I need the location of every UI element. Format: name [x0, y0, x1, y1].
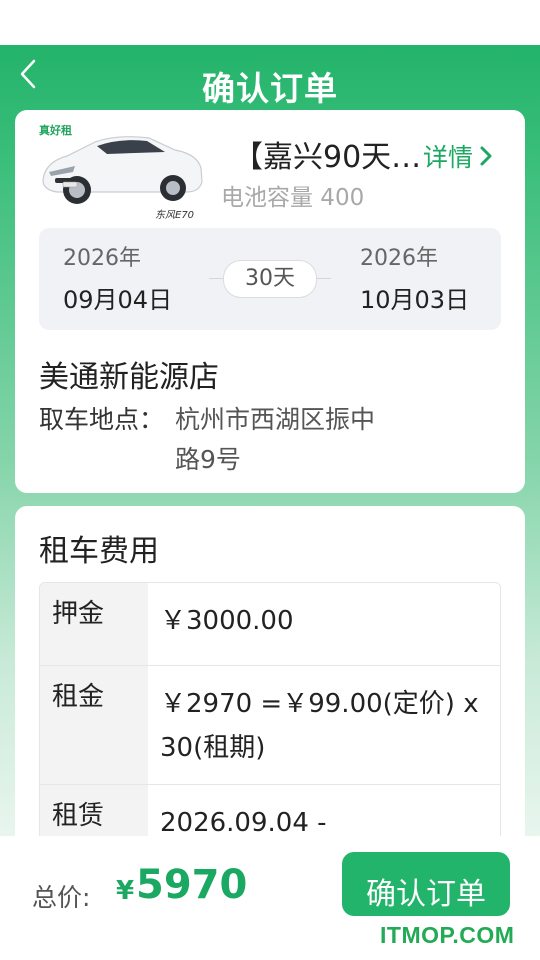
battery-capacity: 电池容量 400 — [221, 185, 365, 211]
table-row: 租金 ￥2970 =￥99.00(定价) x 30(租期) — [40, 666, 500, 785]
total-price-value: 5970 — [136, 862, 248, 908]
fee-value-deposit: ￥3000.00 — [160, 606, 294, 636]
fees-table: 押金 ￥3000.00 租金 ￥2970 =￥99.00(定价) x 30(租期… — [39, 582, 501, 866]
total-price-currency: ¥ — [116, 876, 135, 906]
watermark: ITMOP.COM — [380, 922, 515, 948]
store-name: 美通新能源店 — [39, 360, 219, 395]
end-date: 10月03日 — [360, 286, 470, 314]
fees-title: 租车费用 — [39, 534, 159, 569]
car-image-model-text: 东风E70 — [155, 210, 195, 221]
order-summary-card: 真好租 东风E70 【嘉兴90天… 详情 电池容量 400 2026年 09月0… — [15, 110, 525, 493]
page-title: 确认订单 — [202, 69, 338, 108]
pickup-location-address: 杭州市西湖区振中路9号 — [175, 405, 376, 474]
car-image-brand-text: 真好租 — [39, 124, 72, 137]
rental-date-range: 2026年 09月04日 30天 2026年 10月03日 — [39, 228, 501, 330]
details-link[interactable]: 详情 — [423, 138, 493, 174]
total-price-label: 总价: — [32, 883, 91, 912]
car-name: 【嘉兴90天… — [233, 140, 422, 175]
fee-label-rent: 租金 — [40, 666, 148, 784]
rental-duration-badge: 30天 — [223, 260, 317, 298]
chevron-right-icon — [480, 146, 492, 166]
details-label: 详情 — [423, 143, 474, 172]
end-year: 2026年 — [360, 246, 438, 271]
checkout-bar: 总价: ¥ 5970 确认订单 ITMOP.COM — [0, 836, 540, 960]
start-year: 2026年 — [63, 246, 141, 271]
status-bar — [0, 0, 540, 45]
table-row: 押金 ￥3000.00 — [40, 583, 500, 666]
rental-fees-card: 租车费用 押金 ￥3000.00 租金 ￥2970 =￥99.00(定价) x … — [15, 506, 525, 866]
pickup-location-label: 取车地点： — [39, 405, 165, 434]
fee-value-rent: ￥2970 =￥99.00(定价) x 30(租期) — [160, 689, 479, 763]
fee-label-deposit: 押金 — [40, 583, 148, 665]
start-date: 09月04日 — [63, 286, 173, 314]
confirm-order-button[interactable]: 确认订单 — [342, 852, 510, 916]
